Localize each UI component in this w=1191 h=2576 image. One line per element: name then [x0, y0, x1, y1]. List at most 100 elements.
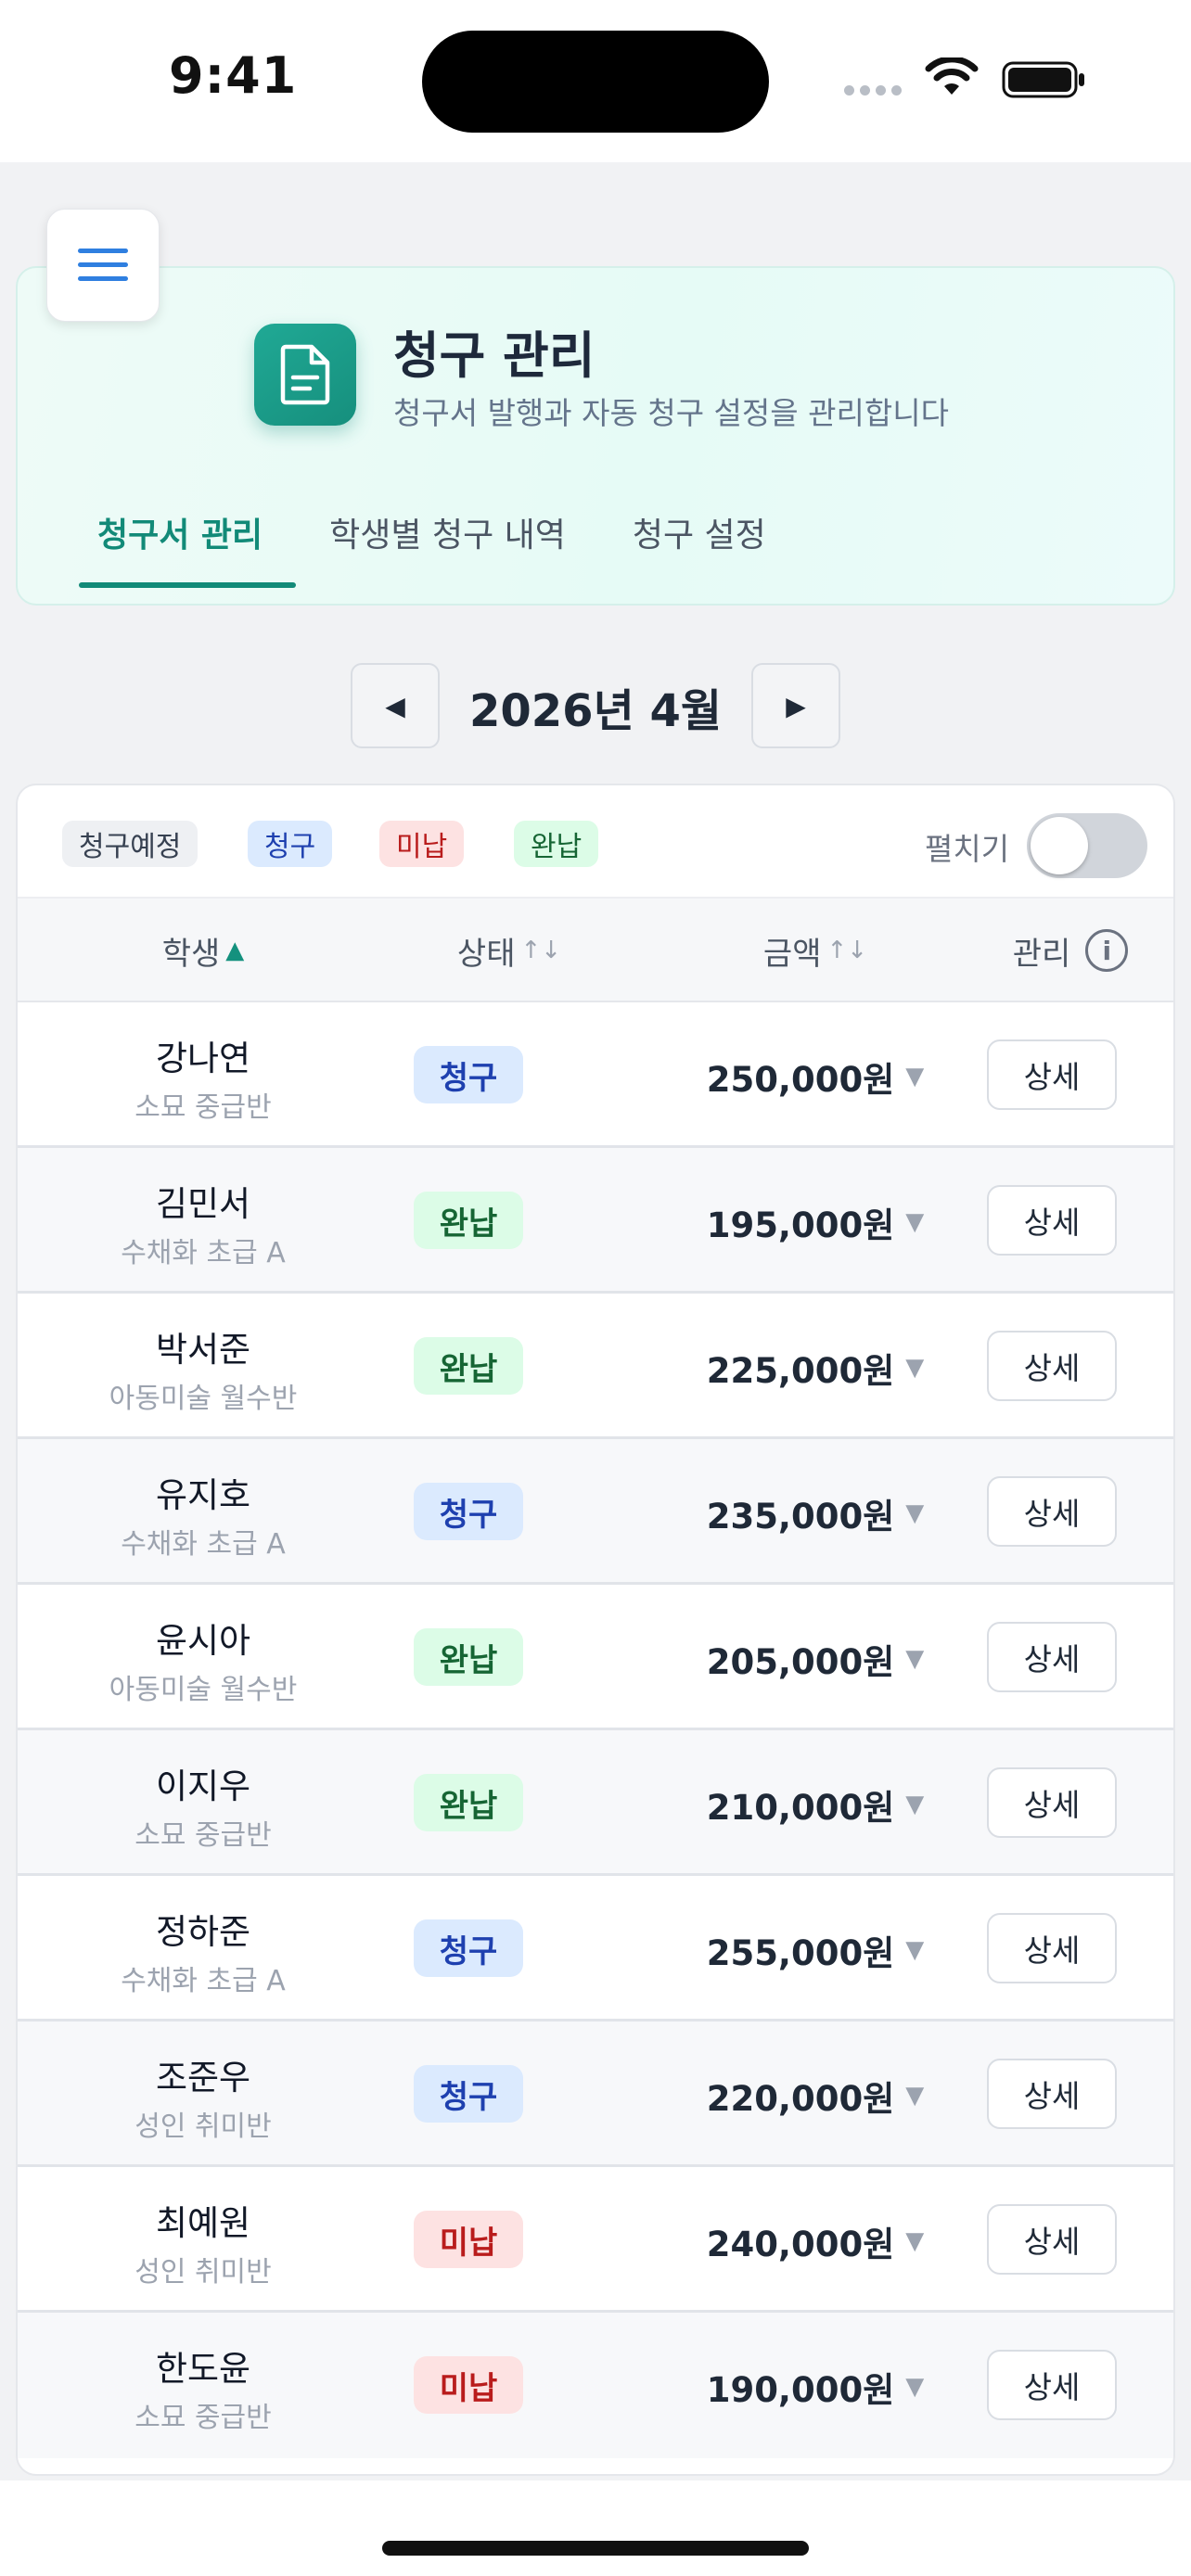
home-indicator[interactable]	[382, 2541, 809, 2556]
status-badge: 완납	[414, 1628, 523, 1686]
table-row: 윤시아 아동미술 월수반 완납 205,000원 ▼ 상세	[18, 1585, 1173, 1730]
column-header-student[interactable]: 학생 ▲	[18, 899, 389, 1002]
table-row: 강나연 소묘 중급반 청구 250,000원 ▼ 상세	[18, 1002, 1173, 1148]
expand-toggle[interactable]	[1027, 813, 1147, 878]
sort-icon: ↑↓	[520, 937, 562, 964]
status-time: 9:41	[169, 46, 298, 105]
status-bar: 9:41	[0, 0, 1191, 162]
caret-down-icon[interactable]: ▼	[905, 1936, 924, 1964]
sort-icon: ↑↓	[826, 937, 868, 964]
caret-down-icon[interactable]: ▼	[905, 2227, 924, 2255]
page-header-card: 청구 관리 청구서 발행과 자동 청구 설정을 관리합니다 청구서 관리 학생별…	[16, 266, 1175, 606]
prev-month-button[interactable]: ◀	[351, 663, 440, 748]
table-row: 조준우 성인 취미반 청구 220,000원 ▼ 상세	[18, 2021, 1173, 2167]
current-month-label: 2026년 4월	[468, 685, 723, 737]
status-badge: 완납	[414, 1774, 523, 1831]
caret-down-icon[interactable]: ▼	[905, 1354, 924, 1382]
student-class: 수채화 초급 A	[121, 1528, 286, 1561]
dynamic-island	[422, 31, 769, 133]
hamburger-menu-button[interactable]	[46, 209, 160, 322]
info-icon[interactable]: i	[1085, 929, 1129, 972]
caret-down-icon[interactable]: ▼	[905, 1063, 924, 1090]
column-header-manage: 관리 i	[982, 899, 1159, 1002]
tab-invoice-management[interactable]: 청구서 관리	[62, 477, 297, 588]
cellular-signal-icon	[844, 85, 902, 96]
amount-value: 225,000원	[706, 1351, 895, 1391]
table-row: 한도윤소묘 중급반 미납 190,000원 ▼ 상세	[18, 2313, 1173, 2458]
detail-button[interactable]: 상세	[987, 1039, 1117, 1110]
column-header-status[interactable]: 상태 ↑↓	[389, 899, 630, 1002]
amount-value: 250,000원	[706, 1060, 895, 1100]
status-badge: 청구	[414, 1483, 523, 1540]
caret-down-icon[interactable]: ▼	[905, 1208, 924, 1236]
detail-button[interactable]: 상세	[987, 1622, 1117, 1692]
next-month-button[interactable]: ▶	[751, 663, 840, 748]
filter-chip-billed[interactable]: 청구	[248, 821, 333, 867]
student-class: 성인 취미반	[134, 2111, 272, 2143]
amount-value: 205,000원	[706, 1642, 895, 1682]
wifi-icon	[925, 57, 979, 95]
student-name: 박서준	[155, 1330, 251, 1370]
column-header-manage-label: 관리	[1012, 935, 1071, 973]
student-name: 윤시아	[155, 1621, 251, 1661]
detail-button[interactable]: 상세	[987, 2059, 1117, 2129]
detail-button[interactable]: 상세	[987, 2204, 1117, 2275]
status-filter-bar: 청구예정 청구 미납 완납 펼치기	[18, 785, 1173, 899]
filter-chip-paid[interactable]: 완납	[514, 821, 599, 867]
status-badge: 청구	[414, 2065, 523, 2123]
table-body: 강나연 소묘 중급반 청구 250,000원 ▼ 상세 김민서 수채화 초급 A 완납…	[18, 1002, 1173, 2458]
caret-down-icon[interactable]: ▼	[905, 2082, 924, 2110]
student-class: 소묘 중급반	[134, 1091, 272, 1124]
student-class: 수채화 초급 A	[121, 1965, 286, 1997]
student-class: 수채화 초급 A	[121, 1237, 286, 1269]
detail-button[interactable]: 상세	[987, 1476, 1117, 1547]
expand-toggle-label: 펼치기	[925, 831, 1010, 867]
detail-button[interactable]: 상세	[987, 2350, 1117, 2420]
caret-down-icon[interactable]: ▼	[905, 1645, 924, 1673]
filter-chip-scheduled[interactable]: 청구예정	[62, 821, 198, 867]
amount-value: 235,000원	[706, 1497, 895, 1537]
toggle-knob	[1031, 817, 1088, 874]
caret-down-icon[interactable]: ▼	[905, 1499, 924, 1527]
hamburger-icon	[78, 249, 128, 281]
student-name: 조준우	[155, 2058, 251, 2098]
sort-ascending-icon: ▲	[225, 937, 245, 964]
month-navigator: ◀ 2026년 4월 ▶	[351, 663, 840, 748]
page-title: 청구 관리	[393, 326, 596, 385]
detail-button[interactable]: 상세	[987, 1767, 1117, 1838]
detail-button[interactable]: 상세	[987, 1185, 1117, 1256]
page-subtitle: 청구서 발행과 자동 청구 설정을 관리합니다	[393, 395, 949, 431]
status-badge: 완납	[414, 1337, 523, 1395]
status-badge: 미납	[414, 2211, 523, 2268]
table-row: 이지우 소묘 중급반 완납 210,000원 ▼ 상세	[18, 1730, 1173, 1876]
caret-down-icon[interactable]: ▼	[905, 2373, 924, 2401]
invoice-table-card: 청구예정 청구 미납 완납 펼치기 학생 ▲ 상태 ↑↓ 금액 ↑↓ 관리 i …	[16, 784, 1175, 2476]
student-name: 한도윤	[155, 2349, 251, 2389]
tab-billing-settings[interactable]: 청구 설정	[599, 477, 800, 588]
app-screen: 청구 관리 청구서 발행과 자동 청구 설정을 관리합니다 청구서 관리 학생별…	[0, 162, 1191, 2480]
status-badge: 미납	[414, 2356, 523, 2414]
tab-student-billing-history[interactable]: 학생별 청구 내역	[296, 477, 599, 588]
student-class: 소묘 중급반	[134, 2402, 272, 2434]
table-row: 박서준 아동미술 월수반 완납 225,000원 ▼ 상세	[18, 1294, 1173, 1439]
student-name: 정하준	[155, 1912, 251, 1952]
student-class: 소묘 중급반	[134, 1819, 272, 1852]
table-header: 학생 ▲ 상태 ↑↓ 금액 ↑↓ 관리 i	[18, 899, 1173, 1002]
column-header-student-label: 학생	[161, 935, 221, 973]
table-row: 최예원 성인 취미반 미납 240,000원 ▼ 상세	[18, 2167, 1173, 2313]
status-badge: 청구	[414, 1919, 523, 1977]
student-name: 김민서	[155, 1184, 251, 1224]
student-name: 유지호	[155, 1475, 251, 1515]
invoice-document-icon	[254, 324, 356, 426]
detail-button[interactable]: 상세	[987, 1913, 1117, 1983]
detail-button[interactable]: 상세	[987, 1331, 1117, 1401]
battery-icon	[1002, 61, 1084, 98]
student-name: 최예원	[155, 2203, 251, 2243]
caret-down-icon[interactable]: ▼	[905, 1791, 924, 1818]
student-name: 이지우	[155, 1766, 251, 1806]
amount-value: 255,000원	[706, 1933, 895, 1973]
filter-chip-unpaid[interactable]: 미납	[379, 821, 465, 867]
amount-value: 190,000원	[706, 2370, 895, 2410]
status-badge: 청구	[414, 1046, 523, 1103]
column-header-amount[interactable]: 금액 ↑↓	[630, 899, 1001, 1002]
